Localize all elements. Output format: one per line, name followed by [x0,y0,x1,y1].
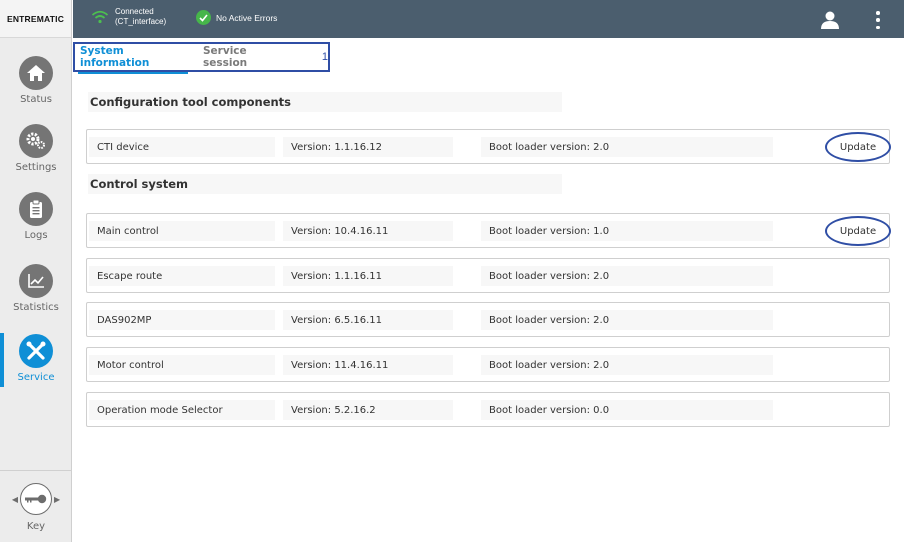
tools-icon [19,334,53,368]
connection-status: Connected (CT_interface) [91,7,166,27]
table-row: CTI device Version: 1.1.16.12 Boot loade… [86,129,891,164]
sidebar-item-label: Status [20,94,52,105]
connection-status-text: Connected [115,7,154,16]
update-button[interactable]: Update [825,216,891,246]
component-boot-version: Boot loader version: 2.0 [481,266,773,286]
component-name: Main control [89,221,275,241]
kebab-menu-icon[interactable] [873,10,883,30]
key-left-arrow-icon[interactable]: ◀ [12,495,18,504]
component-boot-version: Boot loader version: 2.0 [481,137,773,157]
top-bar: Connected (CT_interface) No Active Error… [73,0,904,38]
error-status-text: No Active Errors [216,12,278,23]
table-row: Motor control Version: 11.4.16.11 Boot l… [86,347,890,382]
component-version: Version: 6.5.16.11 [283,310,453,330]
update-button[interactable]: Update [825,132,891,162]
section-title-config: Configuration tool components [88,92,562,112]
gears-icon [19,124,53,158]
key-right-arrow-icon[interactable]: ▶ [54,495,60,504]
section-title-control: Control system [88,174,562,194]
sidebar-item-label: Service [17,372,55,383]
component-boot-version: Boot loader version: 2.0 [481,355,773,375]
active-tab-underline [78,72,188,74]
sidebar: ENTREMATIC Status Settings Logs Statisti… [0,0,72,542]
component-name: DAS902MP [89,310,275,330]
sidebar-item-logs[interactable]: Logs [0,192,72,241]
wifi-icon [91,10,109,24]
sidebar-item-label: Statistics [13,302,59,313]
key-icon[interactable] [20,483,52,515]
connection-detail-text: (CT_interface) [115,17,167,26]
table-row: Escape route Version: 1.1.16.11 Boot loa… [86,258,890,293]
component-name: Escape route [89,266,275,286]
sidebar-item-label: Logs [24,230,48,241]
component-boot-version: Boot loader version: 1.0 [481,221,773,241]
table-row: Main control Version: 10.4.16.11 Boot lo… [86,213,891,248]
sidebar-item-status[interactable]: Status [0,56,72,105]
component-version: Version: 10.4.16.11 [283,221,453,241]
callout-marker: 1 [321,51,328,63]
component-name: Operation mode Selector [89,400,275,420]
check-circle-icon [196,10,211,25]
sidebar-item-service[interactable]: Service [0,334,72,383]
tab-bar: System information Service session 1 [73,42,330,72]
component-name: CTI device [89,137,275,157]
key-label: Key [26,521,46,532]
sidebar-item-label: Settings [15,162,57,173]
line-chart-icon [19,264,53,298]
document-icon [19,192,53,226]
component-version: Version: 11.4.16.11 [283,355,453,375]
tab-system-information[interactable]: System information [80,45,196,69]
table-row: DAS902MP Version: 6.5.16.11 Boot loader … [86,302,890,337]
brand-logo: ENTREMATIC [0,0,71,38]
key-control: ◀ ▶ Key [0,470,72,542]
component-version: Version: 5.2.16.2 [283,400,453,420]
tab-service-session[interactable]: Service session [203,45,294,69]
component-version: Version: 1.1.16.11 [283,266,453,286]
error-status: No Active Errors [196,10,277,25]
component-boot-version: Boot loader version: 0.0 [481,400,773,420]
user-icon[interactable] [820,10,840,30]
sidebar-item-statistics[interactable]: Statistics [0,264,72,313]
sidebar-item-settings[interactable]: Settings [0,124,72,173]
component-boot-version: Boot loader version: 2.0 [481,310,773,330]
table-row: Operation mode Selector Version: 5.2.16.… [86,392,890,427]
component-version: Version: 1.1.16.12 [283,137,453,157]
home-icon [19,56,53,90]
component-name: Motor control [89,355,275,375]
